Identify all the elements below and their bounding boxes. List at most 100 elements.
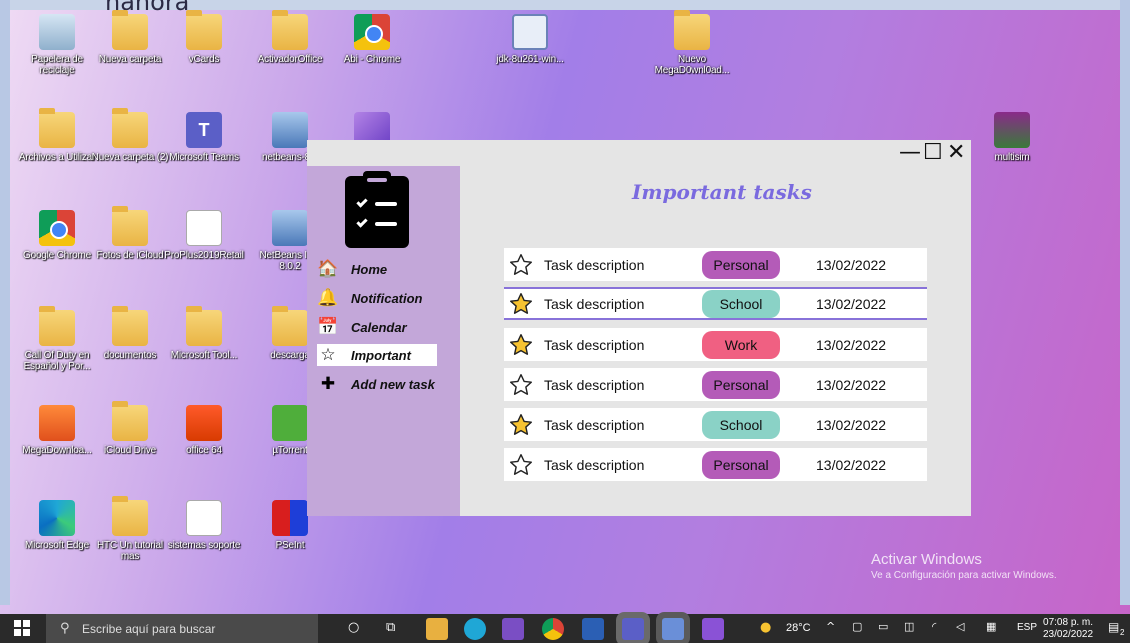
star-outline-icon[interactable] [504,448,538,481]
desktop-icon-label: ProPlus2019Retail [164,250,244,261]
notification-count: 2 [1120,628,1125,637]
desktop-icon[interactable]: ProPlus2019Retail [162,210,246,261]
desktop-icon-label: Microsoft Tool... [170,350,238,361]
task-date: 13/02/2022 [816,256,887,273]
taskbar-clock[interactable]: 07:08 p. m. 23/02/2022 [1043,617,1093,641]
desktop-icon[interactable]: T Microsoft Teams [162,112,246,163]
task-date: 13/02/2022 [816,336,887,353]
java-installer-icon [512,14,548,50]
sidebar-item-calendar[interactable]: 📅 Calendar [317,316,437,338]
office-icon [186,405,222,441]
sidebar-item-important[interactable]: ☆ Important [317,344,437,366]
task-row[interactable]: Task description Personal 13/02/2022 [504,368,927,401]
desktop-icon-label: iCloud Drive [103,445,157,456]
desktop-icon-label: multisim [994,152,1030,163]
desktop-icon[interactable]: sistemas soporte [162,500,246,551]
chrome-icon [39,210,75,246]
desktop-icon-label: HTC Un tutorial mas [97,540,163,562]
desktop-icon[interactable]: Fotos de iCloud [88,206,172,261]
star-outline-icon[interactable] [504,248,538,281]
desktop-icon[interactable]: Call Of Duty en Español y Por... [15,306,99,372]
folder-icon [112,306,148,346]
task-view-icon[interactable]: ⧉ [386,620,395,635]
edge-icon[interactable] [464,618,486,640]
desktop-icon[interactable]: Abi - Chrome [330,14,414,65]
file-explorer-icon[interactable] [426,618,448,640]
desktop-icon[interactable]: vCards [162,10,246,65]
desktop-icon-label: sistemas soporte [167,540,241,551]
desktop-icon-label: Fotos de iCloud [96,250,164,261]
task-row[interactable]: Task description School 13/02/2022 [504,408,927,441]
weather-sun-icon: ● [760,620,772,635]
desktop-icon[interactable]: office 64 [162,405,246,456]
weather-temp[interactable]: 28°C [786,622,811,634]
volume-icon[interactable]: ◁ [956,620,964,633]
windows-start-icon[interactable] [14,620,30,636]
desktop-icon[interactable]: Microsoft Edge [15,500,99,551]
visual-studio-alt-icon[interactable] [702,618,724,640]
desktop-icon-label: Microsoft Edge [25,540,89,551]
keyboard-icon[interactable]: ▦ [986,620,996,633]
teams-taskbar-icon[interactable] [622,618,644,640]
maximize-icon[interactable]: ☐ [923,142,943,164]
pseint-icon [272,500,308,536]
task-description: Task description [544,336,645,353]
language-indicator[interactable]: ESP [1017,622,1037,633]
notification-center-icon[interactable]: ▤ [1108,620,1119,634]
screen-frame-left [0,0,10,605]
desktop-icon[interactable]: documentos [88,306,172,361]
taskbar-search-box[interactable]: ⚲ Escribe aquí para buscar [46,614,318,643]
chevron-up-icon[interactable]: ^ [826,620,835,633]
desktop-icon[interactable]: MegaDownloa... [15,405,99,456]
task-row[interactable]: Task description Personal 13/02/2022 [504,248,927,281]
star-filled-icon[interactable] [504,287,538,320]
chrome-icon[interactable] [542,618,564,640]
sidebar-item-add-new-task[interactable]: ✚ Add new task [317,373,437,395]
bell-icon: 🔔 [317,288,339,308]
minimize-icon[interactable]: — [899,142,921,164]
desktop-icon[interactable]: ActivadorOffice [248,10,332,65]
home-icon: 🏠 [317,259,339,279]
desktop-icon-label: Archivos a Utilizar [18,152,96,163]
app-titlebar[interactable]: — ☐ ✕ [307,140,971,166]
folder-icon [674,10,710,50]
desktop-icon[interactable]: Microsoft Tool... [162,306,246,361]
sidebar-item-notification[interactable]: 🔔 Notification [317,287,437,309]
visual-studio-taskbar-icon[interactable] [502,618,524,640]
task-row[interactable]: Task description Work 13/02/2022 [504,328,927,361]
desktop-icon[interactable]: Nuevo MegaD0wnl0ad... [650,10,734,76]
folder-icon [112,206,148,246]
task-category-badge: School [702,289,780,318]
task-row[interactable]: Task description Personal 13/02/2022 [504,448,927,481]
image-viewer-icon[interactable] [662,618,684,640]
desktop-icon[interactable]: Google Chrome [15,210,99,261]
desktop-icon-label: Abi - Chrome [343,54,401,65]
desktop-icon[interactable]: Archivos a Utilizar [15,108,99,163]
star-filled-icon[interactable] [504,328,538,361]
desktop-icon[interactable]: Papelera de reciclaje [15,14,99,76]
star-filled-icon[interactable] [504,408,538,441]
folder-icon [39,306,75,346]
close-icon[interactable]: ✕ [947,142,965,164]
desktop-icon[interactable]: Nueva carpeta (2) [88,108,172,163]
desktop-icon[interactable]: Nueva carpeta [88,10,172,65]
desktop-icon[interactable]: jdk-8u261-win... [488,14,572,65]
battery-icon[interactable]: ▭ [878,620,888,633]
word-icon[interactable] [582,618,604,640]
star-outline-icon[interactable] [504,368,538,401]
desktop-icon[interactable]: HTC Un tutorial mas [88,496,172,562]
task-category-badge: Work [702,330,780,359]
desktop-icon[interactable]: iCloud Drive [88,401,172,456]
shortcut-icon [186,500,222,536]
desktop-icon-label: Microsoft Teams [169,152,239,163]
desktop-icon[interactable]: multisim [970,112,1054,163]
desktop-icon-label: jdk-8u261-win... [496,54,564,65]
wifi-icon[interactable]: ◜ [932,620,936,633]
network-icon[interactable]: ◫ [904,620,914,633]
sidebar-item-label: Notification [351,290,423,306]
meet-now-icon[interactable]: ▢ [852,620,862,633]
cortana-icon[interactable]: ○ [348,620,359,635]
task-row[interactable]: Task description School 13/02/2022 [504,287,927,320]
desktop-icon-label: Papelera de reciclaje [31,54,83,76]
sidebar-item-home[interactable]: 🏠 Home [317,258,437,280]
